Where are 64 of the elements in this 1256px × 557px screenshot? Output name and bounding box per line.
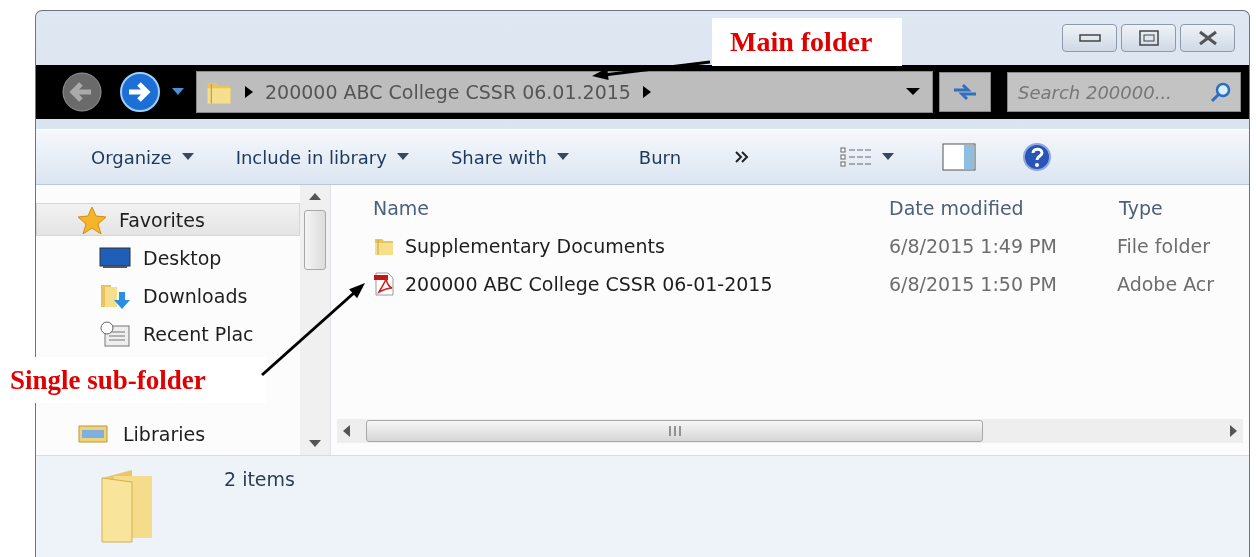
search-field[interactable]: Search 200000... <box>1007 72 1241 112</box>
toolbar-button[interactable]: Include in library <box>220 140 424 174</box>
toolbar-button[interactable]: Share with <box>435 140 584 174</box>
sidebar-label: Favorites <box>119 208 205 231</box>
address-bar[interactable]: 200000 ABC College CSSR 06.01.2015 <box>196 71 933 113</box>
preview-pane-icon <box>942 143 977 171</box>
column-header[interactable]: Date modified <box>873 189 1103 227</box>
file-name-cell[interactable]: 200000 ABC College CSSR 06-01-2015 <box>373 265 873 303</box>
toolbar-button[interactable]: Organize <box>76 140 209 174</box>
type-cell-text: Adobe Acr <box>1116 272 1216 297</box>
vertical-scrollbar[interactable] <box>300 185 330 455</box>
sidebar-item[interactable]: Recent Plac <box>36 317 300 350</box>
search-input[interactable]: Search 200000... <box>1016 80 1210 104</box>
refresh-button[interactable] <box>939 72 991 112</box>
item-count: 2 items <box>224 468 295 490</box>
sidebar-label: Libraries <box>123 422 206 445</box>
column-header[interactable]: Type <box>1103 189 1249 227</box>
sidebar-item[interactable]: Libraries <box>36 417 300 450</box>
sidebar-label: Recent Plac <box>143 322 254 345</box>
recent-places-icon <box>99 319 131 348</box>
column-header[interactable]: Name <box>373 189 873 227</box>
date-cell-text: 6/8/2015 1:49 PM <box>888 234 1058 259</box>
caret-icon <box>181 153 194 161</box>
caret-icon <box>396 153 409 161</box>
scroll-left-icon <box>343 425 350 437</box>
file-name: 200000 ABC College CSSR 06-01-2015 <box>405 273 773 295</box>
breadcrumb-arrow-icon <box>245 86 253 98</box>
minimize-button[interactable] <box>1062 24 1117 52</box>
close-icon <box>1196 30 1219 46</box>
address-dropdown-icon[interactable] <box>906 88 920 96</box>
caret-icon <box>882 153 895 161</box>
search-icon <box>1210 81 1232 103</box>
date-cell-text: 6/8/2015 1:50 PM <box>888 272 1058 297</box>
maximize-icon <box>1138 30 1159 46</box>
double-chevron-icon <box>734 151 751 163</box>
grip-icon <box>667 426 682 436</box>
details-view-icon <box>840 146 873 168</box>
file-name: Supplementary Documents <box>405 235 665 257</box>
scrollbar-thumb[interactable] <box>304 210 326 270</box>
pdf-file-icon <box>373 272 395 296</box>
sidebar-label: Downloads <box>143 284 248 307</box>
minimize-icon <box>1078 34 1101 42</box>
star-icon <box>77 205 107 234</box>
caret-icon <box>556 153 569 161</box>
file-name-cell[interactable]: Supplementary Documents <box>373 227 873 265</box>
sidebar-item[interactable]: Desktop <box>36 241 300 274</box>
annotation-label: Main folder <box>712 18 903 66</box>
scroll-down-icon <box>309 440 321 447</box>
sidebar-item[interactable]: Favorites <box>36 203 300 236</box>
toolbar-button[interactable]: Burn <box>623 140 697 174</box>
sidebar-item[interactable]: Downloads <box>36 279 300 312</box>
desktop-icon <box>99 246 131 269</box>
breadcrumb-arrow-icon <box>642 86 651 98</box>
help-icon <box>1022 142 1053 172</box>
address-path: 200000 ABC College CSSR 06.01.2015 <box>265 81 631 103</box>
sidebar-label: Desktop <box>143 246 222 269</box>
type-cell-text: File folder <box>1116 234 1211 259</box>
scroll-right-icon <box>1230 425 1237 437</box>
scrollbar-thumb[interactable] <box>366 420 983 442</box>
scroll-up-icon <box>309 193 321 200</box>
horizontal-scrollbar[interactable] <box>337 419 1243 443</box>
history-dropdown-icon[interactable] <box>172 88 184 96</box>
close-button[interactable] <box>1180 24 1235 52</box>
maximize-button[interactable] <box>1121 24 1176 52</box>
